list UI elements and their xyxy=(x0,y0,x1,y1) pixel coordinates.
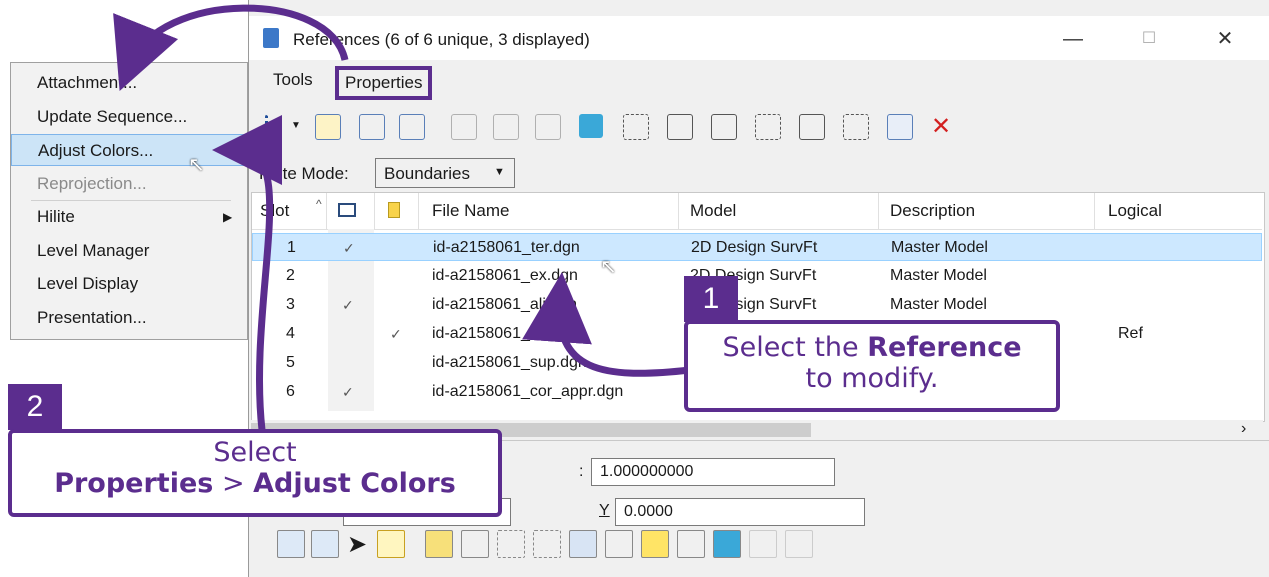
step1-badge: 1 xyxy=(684,276,738,322)
step2-text-bold-a: Properties xyxy=(54,468,214,499)
arrow-to-attachment xyxy=(113,4,349,91)
step2-text-a: Select xyxy=(213,437,297,468)
arrow-to-reference-row xyxy=(522,272,691,377)
step2-text-sep: > xyxy=(213,468,254,499)
step2-callout: Select Properties > Adjust Colors xyxy=(8,429,502,517)
mouse-cursor-icon: ↖ xyxy=(600,256,617,278)
step1-callout: Select the Reference to modify. xyxy=(684,320,1060,412)
step1-text-b: to modify. xyxy=(805,363,939,394)
step2-badge: 2 xyxy=(8,384,62,430)
step1-text-a: Select the xyxy=(722,332,868,363)
arrow-to-adjust-colors xyxy=(212,115,283,431)
step2-text-bold-b: Adjust Colors xyxy=(253,468,456,499)
mouse-cursor-icon: ↖ xyxy=(188,154,205,176)
step1-text-bold: Reference xyxy=(867,332,1022,363)
